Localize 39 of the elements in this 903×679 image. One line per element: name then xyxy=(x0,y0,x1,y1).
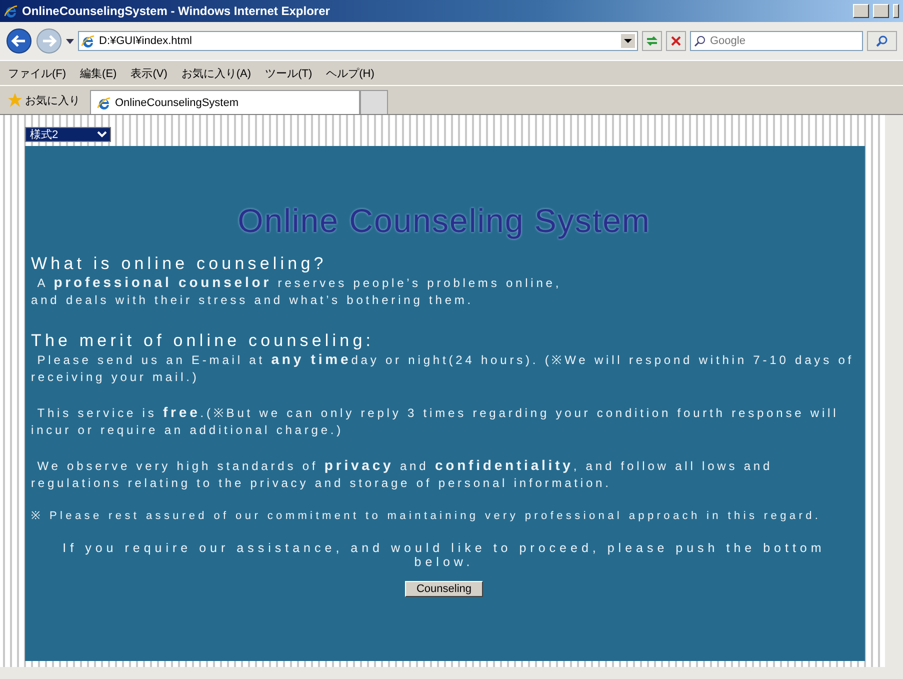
note-text: ※ Please rest assured of our commitment to maintaining very professional approach in this regard. xyxy=(31,510,822,523)
stop-button[interactable] xyxy=(666,31,686,51)
section-heading: What is online counseling? xyxy=(31,254,328,274)
favorites-button[interactable]: お気に入り xyxy=(8,92,80,108)
url-text: D:¥GUI¥index.html xyxy=(99,35,193,47)
browser-tab[interactable]: OnlineCounselingSystem xyxy=(90,90,360,114)
close-icon xyxy=(671,36,681,46)
browser-icon xyxy=(4,4,18,18)
menu-item[interactable]: ツール(T) xyxy=(265,66,312,80)
star-icon xyxy=(8,93,22,107)
refresh-button[interactable] xyxy=(642,31,662,51)
search-field[interactable]: Google xyxy=(690,31,863,51)
vertical-scrollbar[interactable] xyxy=(885,115,903,679)
browser-icon xyxy=(97,96,111,110)
minimize-button[interactable] xyxy=(853,4,869,18)
menu-item[interactable]: 編集(E) xyxy=(80,66,117,80)
paragraph: A professional counselor reserves people’s problems online, and deals with their stress and what’s bothering them. xyxy=(31,274,563,309)
maximize-button[interactable] xyxy=(873,4,889,18)
menu-item[interactable]: ヘルプ(H) xyxy=(326,66,374,80)
arrows-icon xyxy=(645,35,659,47)
style-select[interactable]: 様式2 xyxy=(25,127,111,142)
page-title: Online Counseling System xyxy=(236,202,652,240)
back-button[interactable] xyxy=(6,28,32,54)
section-heading: The merit of online counseling: xyxy=(31,331,376,351)
menu-item[interactable]: お気に入り(A) xyxy=(181,66,252,80)
paragraph: This service is free.(※But we can only reply 3 times regarding your condition fourth response will incur or require an additional charge.) xyxy=(31,404,840,439)
menu-item[interactable]: 表示(V) xyxy=(130,66,168,80)
address-field[interactable]: D:¥GUI¥index.html xyxy=(78,31,638,51)
dropdown-icon[interactable] xyxy=(66,38,74,44)
browser-icon xyxy=(81,34,95,48)
window-title: OnlineCounselingSystem - Windows Internet Explorer xyxy=(22,4,331,18)
paragraph: We observe very high standards of privacy and confidentiality, and follow all lows and regulations relating to the privacy and storage of personal information. xyxy=(31,457,774,492)
menu-item[interactable]: ファイル(F) xyxy=(8,66,66,80)
counseling-button[interactable]: Counseling xyxy=(405,581,483,597)
search-button[interactable] xyxy=(867,31,897,51)
dropdown-icon[interactable] xyxy=(621,34,635,48)
close-button[interactable] xyxy=(893,4,899,18)
search-icon xyxy=(876,35,888,47)
instruction-text: If you require our assistance, and would like to proceed, please push the bottom below. xyxy=(62,541,826,569)
